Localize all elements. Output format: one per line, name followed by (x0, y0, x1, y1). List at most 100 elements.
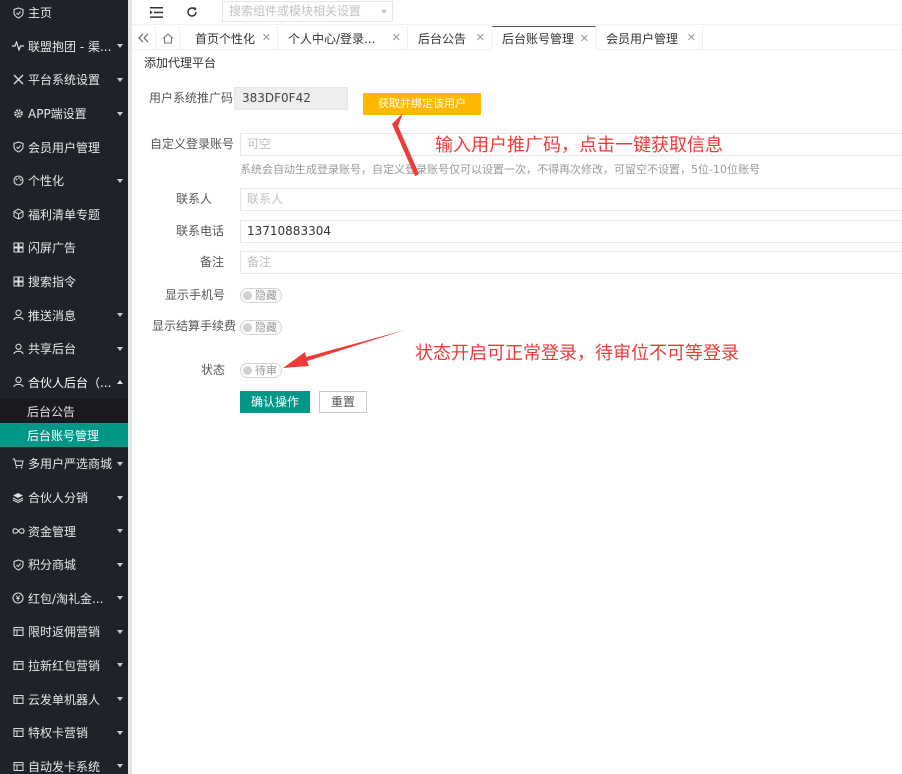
yen-icon (11, 591, 25, 605)
sidebar-item-label: 联盟抱团 - 渠... (28, 39, 112, 54)
sidebar-item-label: 合伙人分销 (28, 491, 89, 506)
sidebar-item[interactable]: 自动发卡系统 (0, 749, 128, 774)
promo-code-field[interactable]: 383DF0F42 (234, 87, 348, 110)
switch-knob (243, 323, 252, 332)
gear-icon (11, 107, 25, 121)
sidebar-item-label: 拉新红包营销 (28, 658, 101, 673)
refresh-icon[interactable] (184, 4, 200, 20)
close-icon[interactable]: ✕ (392, 31, 401, 44)
tab-home-personalize[interactable]: 首页个性化 ✕ (185, 26, 278, 50)
shield-icon (11, 140, 25, 154)
sidebar-item[interactable]: 资金管理 (0, 514, 128, 548)
sidebar-item[interactable]: 限时返佣营销 (0, 615, 128, 649)
sidebar-item-label: 搜索指令 (28, 275, 77, 290)
sidebar-item-label: 主页 (28, 6, 53, 21)
sidebar-item-label: 推送消息 (28, 308, 77, 323)
tab-user-center-login[interactable]: 个人中心/登录... ✕ (278, 26, 408, 50)
sidebar-item[interactable]: 红包/淘礼金... (0, 582, 128, 616)
chevron-down-icon (117, 111, 123, 116)
close-icon[interactable]: ✕ (687, 31, 696, 44)
tab-label: 个人中心/登录... (288, 31, 376, 46)
chevron-down-icon (117, 178, 123, 183)
sidebar-subitem[interactable]: 后台账号管理 (0, 423, 128, 448)
status-switch[interactable]: 待审 (240, 363, 282, 378)
chevron-down-icon (117, 77, 123, 82)
sidebar-item[interactable]: 合伙人后台（... (0, 366, 128, 400)
sidebar-item-label: 福利清单专题 (28, 207, 101, 222)
sidebar-item[interactable]: 个性化 (0, 164, 128, 198)
sidebar-item-label: 特权卡营销 (28, 726, 89, 741)
annotation-arrows (283, 113, 419, 368)
sidebar-item[interactable]: 平台系统设置 (0, 63, 128, 97)
close-icon[interactable]: ✕ (476, 31, 485, 44)
show-phone-switch[interactable]: 隐藏 (240, 288, 282, 303)
window-icon (11, 625, 25, 639)
grid-icon (11, 241, 25, 255)
sidebar-item-label: APP端设置 (28, 107, 87, 122)
user-icon (11, 342, 25, 356)
tab-label: 首页个性化 (195, 31, 256, 46)
chevron-down-icon (117, 697, 123, 702)
sidebar-item-label: 闪屏广告 (28, 241, 77, 256)
switch-knob (243, 366, 252, 375)
sidebar-item[interactable]: 特权卡营销 (0, 716, 128, 750)
chevron-down-icon (117, 730, 123, 735)
sidebar-item[interactable]: 多用户严选商城 (0, 447, 128, 481)
sidebar-item-label: 个性化 (28, 174, 65, 189)
annotation-status-info: 状态开启可正常登录，待审位不可等登录 (415, 343, 739, 364)
tools-icon (11, 73, 25, 87)
chevron-down-icon (117, 495, 123, 500)
sidebar-item[interactable]: 共享后台 (0, 332, 128, 366)
arrow-to-status-switch (283, 330, 405, 368)
sidebar-item-label: 会员用户管理 (28, 140, 101, 155)
layers-icon (11, 491, 25, 505)
sidebar-item[interactable]: 会员用户管理 (0, 130, 128, 164)
sidebar-item[interactable]: APP端设置 (0, 97, 128, 131)
show-phone-state: 隐藏 (255, 289, 277, 302)
sidebar-item-label: 自动发卡系统 (28, 759, 101, 774)
menu-toggle-icon[interactable] (148, 4, 164, 20)
chevron-down-icon (117, 313, 123, 318)
sidebar-item[interactable]: 拉新红包营销 (0, 649, 128, 683)
confirm-button[interactable]: 确认操作 (240, 391, 310, 413)
tab-member-management[interactable]: 会员用户管理 ✕ (596, 26, 703, 50)
page-title: 添加代理平台 (144, 56, 217, 70)
show-fee-switch[interactable]: 隐藏 (240, 320, 282, 335)
sidebar-item[interactable]: 合伙人分销 (0, 481, 128, 515)
sidebar-item[interactable]: 云发单机器人 (0, 682, 128, 716)
chevron-down-icon (117, 529, 123, 534)
status-state: 待审 (255, 364, 277, 377)
chevron-down-icon (117, 596, 123, 601)
phone-input[interactable]: 13710883304 (240, 220, 902, 243)
sidebar-subitem[interactable]: 后台公告 (0, 399, 128, 423)
fetch-bind-user-button[interactable]: 获取并绑定该用户 (363, 93, 481, 115)
window-icon (11, 692, 25, 706)
cube-icon (11, 207, 25, 221)
sidebar-item[interactable]: 推送消息 (0, 298, 128, 332)
sidebar-item[interactable]: 福利清单专题 (0, 198, 128, 232)
sidebar-item-label: 红包/淘礼金... (28, 591, 104, 606)
chevron-down-icon (117, 629, 123, 634)
tab-backend-notice[interactable]: 后台公告 ✕ (408, 26, 492, 50)
sidebar-item[interactable]: 闪屏广告 (0, 231, 128, 265)
contact-input[interactable]: 联系人 (240, 188, 902, 211)
sidebar-item-label: 限时返佣营销 (28, 625, 101, 640)
module-search-select[interactable]: 搜索组件或模块相关设置 (222, 1, 393, 22)
palette-icon (11, 174, 25, 188)
sidebar-item-label: 积分商城 (28, 558, 77, 573)
sidebar-item[interactable]: 联盟抱团 - 渠... (0, 30, 128, 64)
sidebar-item[interactable]: 搜索指令 (0, 265, 128, 299)
grid-icon (11, 275, 25, 289)
window-icon (11, 726, 25, 740)
home-tab-icon[interactable] (156, 26, 180, 50)
reset-button[interactable]: 重置 (319, 391, 367, 413)
sidebar-item[interactable]: 积分商城 (0, 548, 128, 582)
close-icon[interactable]: ✕ (580, 32, 589, 45)
tab-account-management[interactable]: 后台账号管理 ✕ (492, 26, 596, 50)
sidebar-scrollbar[interactable] (128, 0, 132, 774)
close-icon[interactable]: ✕ (262, 31, 271, 44)
remark-input[interactable]: 备注 (240, 251, 902, 274)
tab-scroll-left-icon[interactable] (132, 26, 156, 50)
custom-login-help: 系统会自动生成登录账号，自定义登录账号仅可以设置一次，不得再次修改，可留空不设置… (240, 163, 760, 176)
sidebar-item[interactable]: 主页 (0, 0, 128, 30)
